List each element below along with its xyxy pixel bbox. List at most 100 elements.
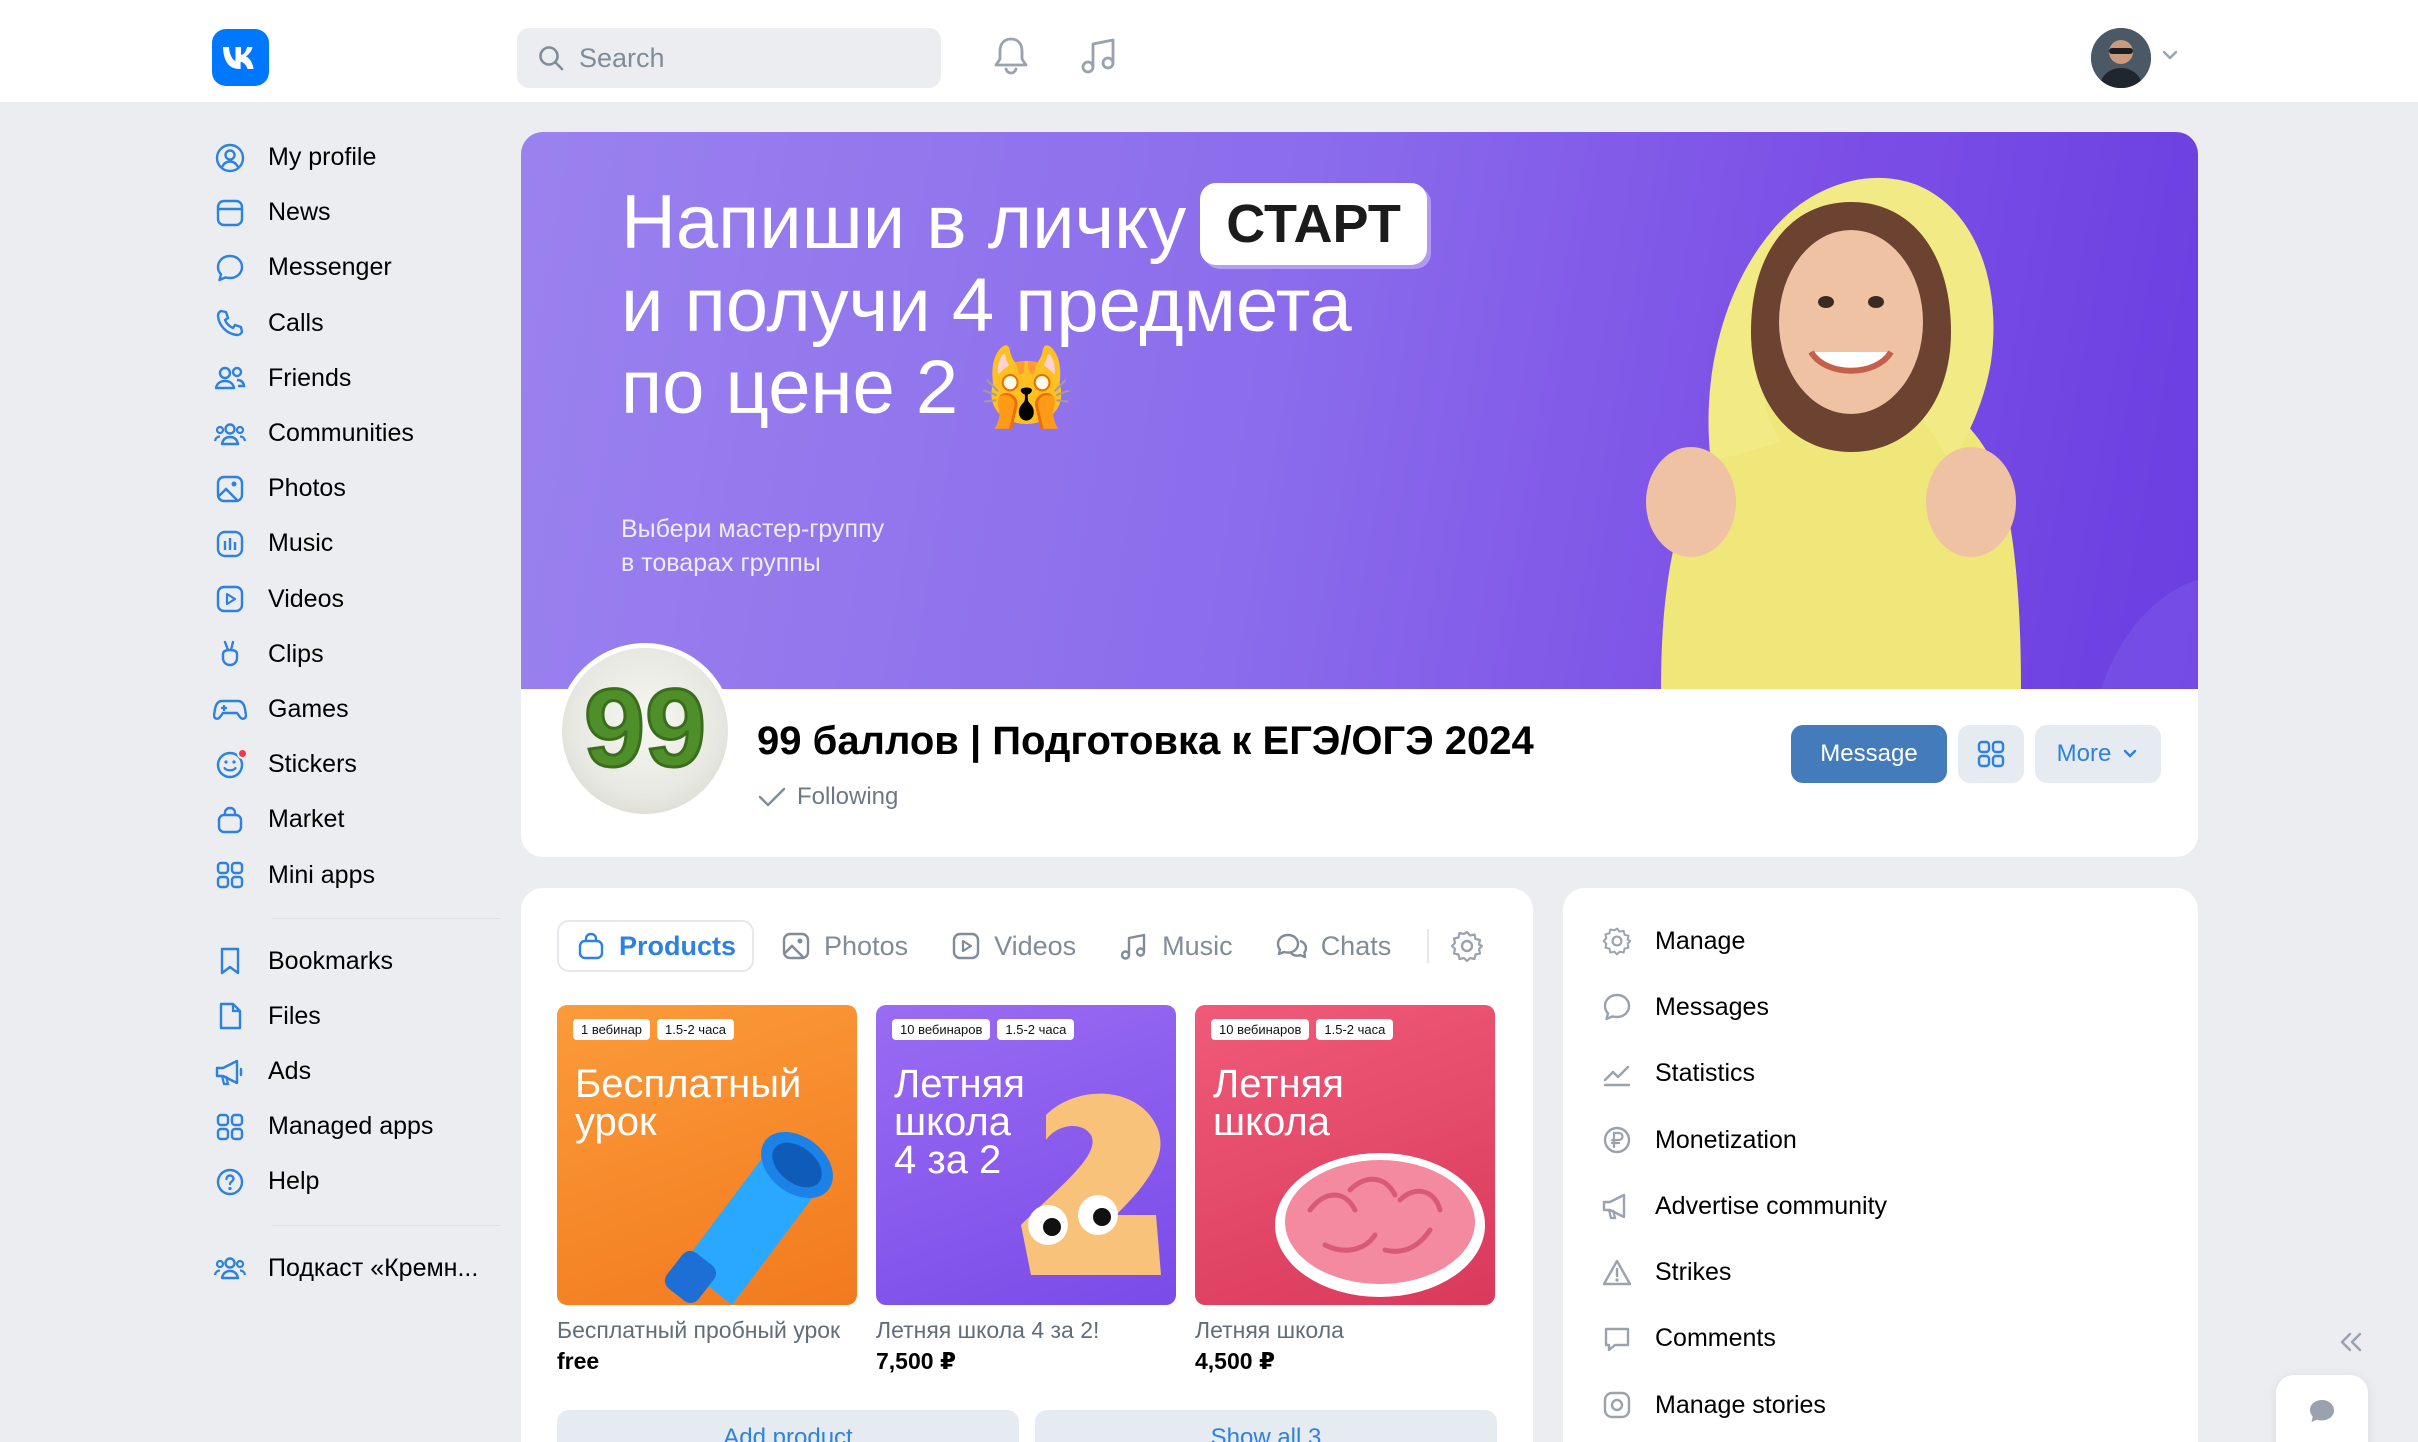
warning-icon [1599, 1255, 1635, 1291]
sidebar-item-clips[interactable]: Clips [212, 627, 502, 682]
sidebar-item-label: News [268, 198, 331, 227]
comment-icon [1599, 1321, 1635, 1357]
sidebar-item-bookmarks[interactable]: Bookmarks [212, 934, 502, 989]
add-product-button[interactable]: Add product [557, 1410, 1019, 1442]
sidebar-item-help[interactable]: Help [212, 1154, 502, 1209]
search-icon [537, 44, 565, 72]
tab-label: Photos [824, 930, 909, 961]
sidebar-item-label: Managed apps [268, 1112, 434, 1141]
apps-icon [1977, 740, 2005, 768]
menu-item-manage-stories[interactable]: Manage stories [1599, 1372, 1887, 1438]
chat-bubble-icon [2310, 1400, 2334, 1422]
product-title[interactable]: Летняя школа [1195, 1317, 1495, 1344]
phone-icon [212, 305, 248, 341]
communities-icon [212, 416, 248, 452]
menu-item-messages[interactable]: Messages [1599, 974, 1887, 1040]
chat-fab-button[interactable] [2276, 1375, 2368, 1442]
product-image[interactable]: 10 вебинаров 1.5-2 часа Летняя школа [1195, 1005, 1495, 1305]
tab-photos[interactable]: Photos [764, 920, 924, 972]
product-price: 7,500 ₽ [876, 1348, 956, 1374]
tab-music[interactable]: Music [1102, 920, 1249, 972]
sidebar-item-photos[interactable]: Photos [212, 461, 502, 516]
following-status[interactable]: Following [757, 783, 898, 811]
sidebar-item-my-profile[interactable]: My profile [212, 130, 502, 185]
cover-sub-line-2: в товарах группы [621, 549, 821, 577]
sidebar-item-label: Help [268, 1167, 320, 1196]
show-all-products-button[interactable]: Show all 3 [1035, 1410, 1497, 1442]
picture-icon [212, 471, 248, 507]
file-icon [212, 998, 248, 1034]
sidebar-item-games[interactable]: Games [212, 682, 502, 737]
sidebar-item-ads[interactable]: Ads [212, 1044, 502, 1099]
tab-products[interactable]: Products [557, 920, 755, 972]
community-avatar[interactable]: 99 [557, 643, 733, 819]
sidebar-item-files[interactable]: Files [212, 989, 502, 1044]
sidebar-divider [272, 917, 500, 919]
shopping-bag-icon [578, 932, 604, 960]
bookmark-icon [212, 943, 248, 979]
community-name: 99 баллов | Подготовка к ЕГЭ/ОГЭ 2024 [757, 719, 1534, 763]
sidebar-item-mini-apps[interactable]: Mini apps [212, 847, 502, 902]
vk-logo-icon[interactable] [212, 29, 269, 86]
sidebar-item-friends[interactable]: Friends [212, 351, 502, 406]
sidebar-item-podcast-community[interactable]: Подкаст «Кремн... [212, 1241, 502, 1296]
video-icon [212, 581, 248, 617]
megaphone-icon [1599, 1188, 1635, 1224]
apps-button[interactable] [1958, 725, 2024, 783]
product-tile[interactable]: 10 вебинаров 1.5-2 часа Летняя школа Лет… [1195, 1005, 1495, 1375]
bell-icon[interactable] [987, 32, 1035, 80]
product-title[interactable]: Бесплатный пробный урок [557, 1317, 857, 1344]
menu-item-label: Statistics [1655, 1059, 1756, 1088]
megaphone-icon [212, 1054, 248, 1090]
sidebar-item-label: Mini apps [268, 860, 375, 889]
tab-label: Products [619, 930, 737, 961]
product-price: free [557, 1348, 600, 1374]
menu-item-comments[interactable]: Comments [1599, 1306, 1887, 1372]
menu-item-advertise-community[interactable]: Advertise community [1599, 1173, 1887, 1239]
gear-icon[interactable] [1449, 928, 1485, 964]
sidebar-item-stickers[interactable]: Stickers [212, 737, 502, 792]
product-tile[interactable]: 1 вебинар 1.5-2 часа Бесплатный урок Бес… [557, 1005, 857, 1375]
cover-person-illustration [1646, 177, 2198, 689]
sidebar-item-label: Clips [268, 639, 324, 668]
search-bar[interactable] [517, 28, 941, 88]
more-button[interactable]: More [2035, 725, 2161, 783]
community-avatar-logo: 99 [582, 666, 707, 792]
cover-line-2: и получи 4 предмета [621, 263, 1352, 348]
product-tag: 1 вебинар [573, 1019, 651, 1040]
tab-chats[interactable]: Chats [1259, 920, 1408, 972]
product-title[interactable]: Летняя школа 4 за 2! [876, 1317, 1176, 1344]
cover-line-1: Напиши в личку [621, 180, 1187, 265]
sidebar-item-calls[interactable]: Calls [212, 296, 502, 351]
sidebar-item-label: My profile [268, 143, 377, 172]
menu-item-strikes[interactable]: Strikes [1599, 1239, 1887, 1305]
menu-item-statistics[interactable]: Statistics [1599, 1041, 1887, 1107]
user-avatar[interactable] [2091, 28, 2151, 88]
sidebar-item-communities[interactable]: Communities [212, 406, 502, 461]
chevron-down-icon[interactable] [2160, 48, 2180, 62]
product-tile[interactable]: 10 вебинаров 1.5-2 часа Летняя школа 4 з… [876, 1005, 1176, 1375]
sidebar-item-label: Communities [268, 419, 414, 448]
community-cover-banner: Напиши в личку СТАРТ и получи 4 предмета … [521, 132, 2198, 689]
sidebar-item-messenger[interactable]: Messenger [212, 240, 502, 295]
sidebar-item-label: Games [268, 694, 349, 723]
ruble-icon [1599, 1122, 1635, 1158]
sidebar-item-news[interactable]: News [212, 185, 502, 240]
menu-item-monetization[interactable]: Monetization [1599, 1107, 1887, 1173]
collapse-chevrons-icon[interactable] [2336, 1330, 2366, 1354]
menu-item-manage[interactable]: Manage [1599, 908, 1887, 974]
music-note-icon[interactable] [1075, 32, 1123, 80]
product-image[interactable]: 1 вебинар 1.5-2 часа Бесплатный урок [557, 1005, 857, 1305]
following-label: Following [797, 783, 899, 810]
tab-videos[interactable]: Videos [934, 920, 1092, 972]
sidebar-item-music[interactable]: Music [212, 516, 502, 571]
sidebar-item-managed-apps[interactable]: Managed apps [212, 1099, 502, 1154]
apps-icon [212, 1109, 248, 1145]
search-input[interactable] [579, 42, 919, 74]
sidebar-item-videos[interactable]: Videos [212, 572, 502, 627]
product-image[interactable]: 10 вебинаров 1.5-2 часа Летняя школа 4 з… [876, 1005, 1176, 1305]
sidebar-item-market[interactable]: Market [212, 792, 502, 847]
message-button[interactable]: Message [1791, 725, 1947, 783]
brain-illustration [1275, 1153, 1485, 1297]
menu-item-label: Strikes [1655, 1258, 1732, 1287]
